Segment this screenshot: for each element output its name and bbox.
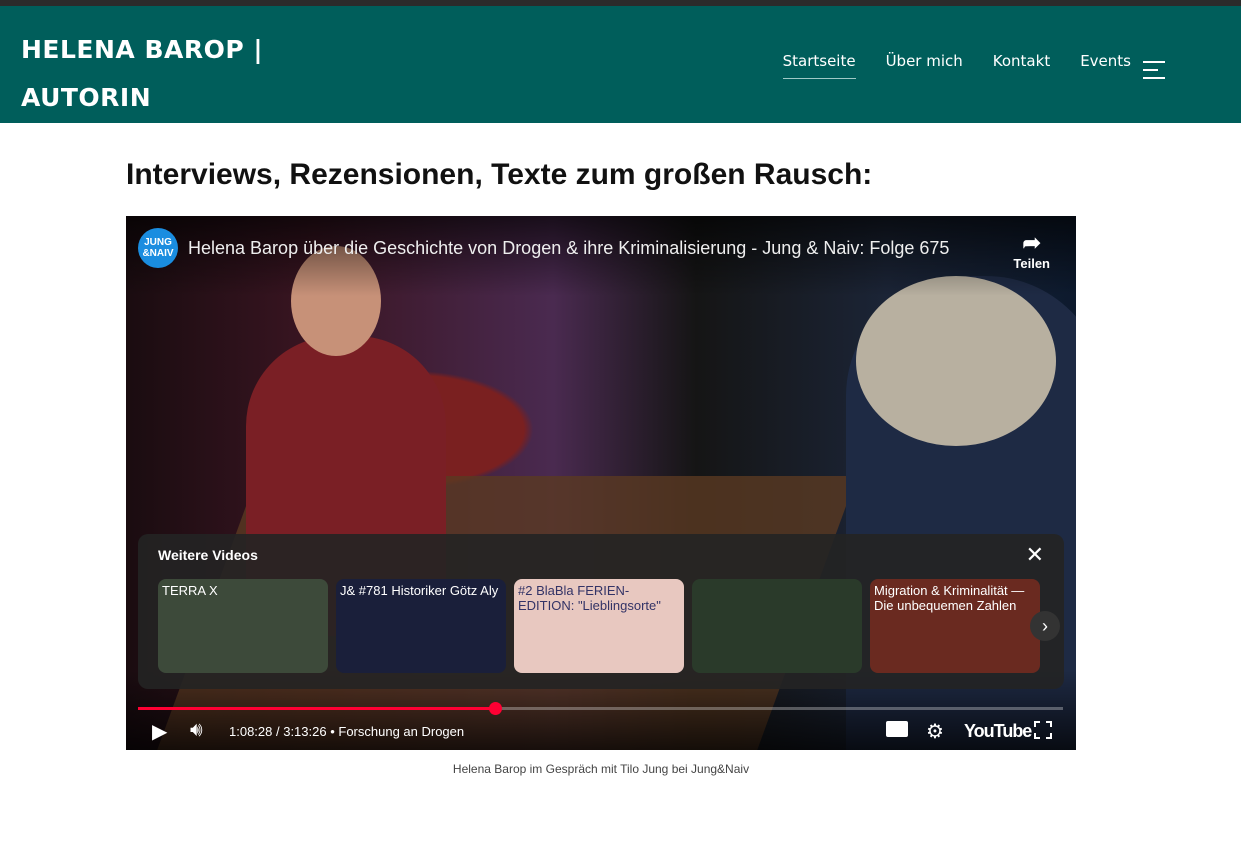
video-thumbnail[interactable]: TERRA X [158, 579, 328, 673]
close-icon[interactable]: ✕ [1026, 542, 1044, 568]
site-logo[interactable]: HELENA BAROP | AUTORIN [21, 26, 263, 122]
youtube-logo[interactable]: YouTube [964, 721, 1032, 742]
share-button[interactable]: ➦ Teilen [1013, 230, 1050, 271]
thumb-list: TERRA X J& #781 Historiker Götz Aly #2 Bla… [158, 579, 1040, 673]
share-label: Teilen [1013, 256, 1050, 271]
thumbnail-text: TERRA X [162, 583, 218, 598]
video-thumbnail[interactable] [692, 579, 862, 673]
volume-icon[interactable]: 🔊︎ [190, 719, 203, 742]
video-thumbnail[interactable]: #2 BlaBla FERIEN-EDITION: "Lieblingsorte… [514, 579, 684, 673]
chapter-label: Forschung an Drogen [338, 724, 465, 739]
nav-ueber-mich[interactable]: Über mich [886, 52, 963, 79]
site-header: HELENA BAROP | AUTORIN Startseite Über m… [0, 6, 1241, 123]
thumbnail-text: J& #781 Historiker Götz Aly [340, 583, 499, 598]
player-controls: ▶ 🔊︎ 1:08:28 / 3:13:26 • Forschung an Dr… [126, 716, 1076, 746]
progress-handle[interactable] [489, 702, 503, 715]
more-videos-title: Weitere Videos [158, 547, 258, 563]
play-icon[interactable]: ▶ [152, 719, 167, 744]
channel-avatar[interactable]: JUNG &NAIV [138, 228, 178, 268]
nav-events[interactable]: Events [1080, 52, 1131, 79]
video-player[interactable]: JUNG &NAIV Helena Barop über die Geschic… [126, 216, 1076, 750]
main-nav: Startseite Über mich Kontakt Events [782, 52, 1131, 79]
chevron-right-icon[interactable]: › [1030, 611, 1060, 641]
subtitles-icon[interactable] [886, 721, 908, 737]
video-caption: Helena Barop im Gespräch mit Tilo Jung b… [452, 762, 750, 776]
video-thumbnail[interactable]: J& #781 Historiker Götz Aly [336, 579, 506, 673]
share-icon: ➦ [1022, 230, 1041, 255]
thumbnail-text [692, 579, 700, 587]
progress-fill [138, 707, 496, 710]
page-title: Interviews, Rezensionen, Texte zum große… [126, 158, 873, 191]
nav-kontakt[interactable]: Kontakt [993, 52, 1050, 79]
menu-icon[interactable] [1143, 61, 1165, 85]
settings-icon[interactable]: ⚙ [926, 719, 944, 744]
thumbnail-text: #2 BlaBla FERIEN-EDITION: "Lieblingsorte… [518, 583, 661, 613]
time-display: 1:08:28 / 3:13:26 • Forschung an Drogen [229, 724, 465, 739]
video-frame-head [856, 276, 1056, 446]
nav-startseite[interactable]: Startseite [782, 52, 856, 79]
logo-line-2: AUTORIN [21, 83, 152, 112]
video-title[interactable]: Helena Barop über die Geschichte von Dro… [188, 238, 949, 259]
fullscreen-icon[interactable] [1034, 721, 1052, 739]
more-videos-panel: Weitere Videos ✕ TERRA X J& #781 Historik… [138, 534, 1064, 689]
video-thumbnail[interactable]: Migration & Kriminalität — Die unbequeme… [870, 579, 1040, 673]
thumbnail-text: Migration & Kriminalität — Die unbequeme… [874, 583, 1025, 613]
progress-bar[interactable] [138, 702, 1063, 715]
logo-line-1: HELENA BAROP | [21, 35, 264, 64]
